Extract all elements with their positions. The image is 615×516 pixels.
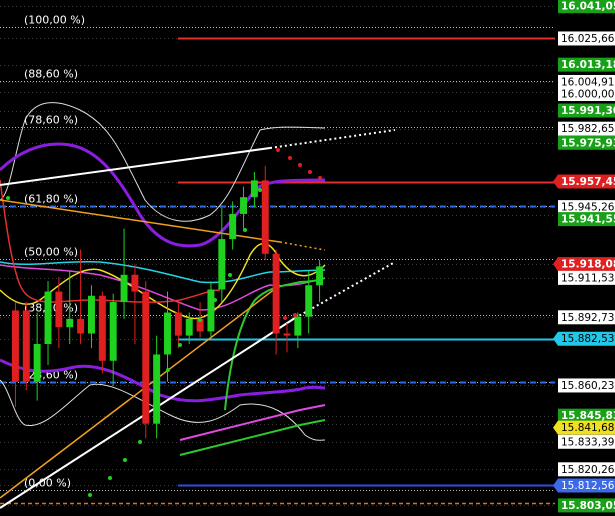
sar-dot-0: [6, 196, 10, 200]
price-label-9: 15.945,26: [558, 200, 615, 215]
candle-body-14: [164, 312, 171, 355]
sar-dot-12: [258, 188, 262, 192]
price-label-text-18: 15.833,39: [561, 436, 614, 448]
sar-dot-18: [283, 316, 287, 320]
candle-body-3: [44, 291, 52, 344]
price-label-2: 16.013,18: [558, 57, 615, 72]
price-label-0: 16.041,05: [558, 0, 615, 14]
price-label-3: 16.004,91: [558, 74, 615, 89]
sar-dot-13: [276, 148, 280, 152]
sar-dot-19: [293, 313, 297, 317]
fib-label-1: (88,60 %): [24, 68, 78, 81]
price-label-text-8: 15.957,45: [561, 176, 615, 188]
price-label-text-13: 15.892,73: [561, 312, 614, 324]
price-label-16: 15.845,83: [558, 408, 615, 423]
candle-body-10: [120, 274, 128, 303]
price-label-text-6: 15.982,65: [561, 123, 614, 135]
sar-dot-14: [288, 156, 292, 160]
sar-dot-11: [243, 228, 247, 232]
price-label-18: 15.833,39: [558, 434, 615, 449]
sar-dot-5: [153, 403, 157, 407]
price-label-10: 15.941,55: [558, 212, 615, 227]
price-label-text-16: 15.845,83: [561, 410, 615, 422]
candle-body-26: [294, 316, 302, 336]
candle-body-27: [305, 285, 313, 317]
sar-dot-8: [198, 318, 202, 322]
price-label-4: 16.000,00: [558, 86, 615, 101]
price-label-21: 15.803,05: [558, 498, 615, 513]
candle-body-7: [87, 295, 95, 334]
price-label-8: 15.957,45: [553, 174, 615, 189]
price-label-text-4: 16.000,00: [561, 88, 614, 100]
price-label-text-10: 15.941,55: [561, 214, 615, 226]
candle-body-21: [240, 197, 248, 214]
candle-body-25: [283, 333, 291, 336]
chart-background: [0, 0, 615, 516]
sar-dot-7: [178, 343, 182, 347]
price-label-text-11: 15.918,08: [561, 259, 615, 271]
sar-dot-4: [138, 440, 142, 444]
candle-body-16: [185, 318, 193, 336]
candle-body-24: [272, 253, 280, 334]
price-label-text-19: 15.820,26: [561, 464, 615, 476]
candle-body-18: [207, 289, 215, 332]
sar-dot-2: [108, 476, 112, 480]
price-label-17: 15.841,68: [553, 420, 615, 435]
price-label-13: 15.892,73: [558, 310, 615, 325]
sar-dot-16: [308, 170, 312, 174]
sar-dot-15: [298, 163, 302, 167]
price-label-text-7: 15.975,93: [561, 137, 615, 149]
price-label-1: 16.025,66: [558, 31, 615, 46]
price-label-text-17: 15.841,68: [561, 422, 614, 434]
candle-body-23: [261, 180, 269, 254]
candle-body-5: [66, 318, 74, 328]
candle-body-22: [250, 180, 258, 198]
price-label-20: 15.812,56: [553, 478, 615, 493]
candle-body-11: [131, 274, 139, 292]
price-label-5: 15.991,30: [558, 103, 615, 118]
price-label-7: 15.975,93: [558, 135, 615, 150]
sar-dot-3: [123, 458, 127, 462]
price-label-6: 15.982,65: [558, 121, 615, 136]
sar-dot-10: [228, 273, 232, 277]
sar-dot-6: [166, 368, 170, 372]
price-label-text-9: 15.945,26: [561, 202, 615, 214]
price-label-text-0: 16.041,05: [561, 1, 615, 13]
price-label-15: 15.860,23: [558, 378, 615, 393]
price-label-text-3: 16.004,91: [561, 76, 614, 88]
candle-body-8: [98, 295, 106, 361]
fib-label-2: (78,60 %): [24, 114, 78, 127]
candle-body-20: [229, 213, 237, 240]
candle-body-19: [218, 239, 226, 290]
fib-label-4: (50,00 %): [24, 246, 78, 259]
candle-body-12: [142, 291, 150, 424]
candle-body-4: [55, 291, 63, 328]
fib-label-0: (100,00 %): [24, 14, 85, 27]
fib-label-3: (61,80 %): [24, 193, 78, 206]
price-label-text-1: 16.025,66: [561, 33, 615, 45]
sar-dot-9: [213, 298, 217, 302]
candle-body-1: [22, 310, 30, 382]
price-label-text-5: 15.991,30: [561, 105, 615, 117]
candle-body-15: [174, 312, 182, 336]
sar-dot-1: [88, 493, 92, 497]
price-label-text-21: 15.803,05: [561, 500, 615, 512]
sar-dot-17: [318, 176, 322, 180]
price-label-11: 15.918,08: [553, 257, 615, 272]
candle-body-2: [33, 344, 41, 382]
candlestick-chart: (100,00 %) (88,60 %) (78,60 %) (61,80 %) (50…: [0, 0, 615, 516]
price-label-text-15: 15.860,23: [561, 380, 614, 392]
candle-body-9: [109, 302, 117, 361]
price-label-text-20: 15.812,56: [561, 480, 615, 492]
candle-body-28: [316, 266, 324, 286]
candle-body-0: [11, 310, 19, 382]
price-label-19: 15.820,26: [558, 462, 615, 477]
price-label-14: 15.882,53: [553, 331, 615, 346]
price-label-text-12: 15.911,53: [561, 272, 614, 284]
candle-body-6: [77, 318, 85, 334]
price-label-text-2: 16.013,18: [561, 59, 615, 71]
candle-body-13: [153, 354, 161, 424]
price-label-text-14: 15.882,53: [561, 333, 614, 345]
price-label-12: 15.911,53: [558, 270, 615, 285]
